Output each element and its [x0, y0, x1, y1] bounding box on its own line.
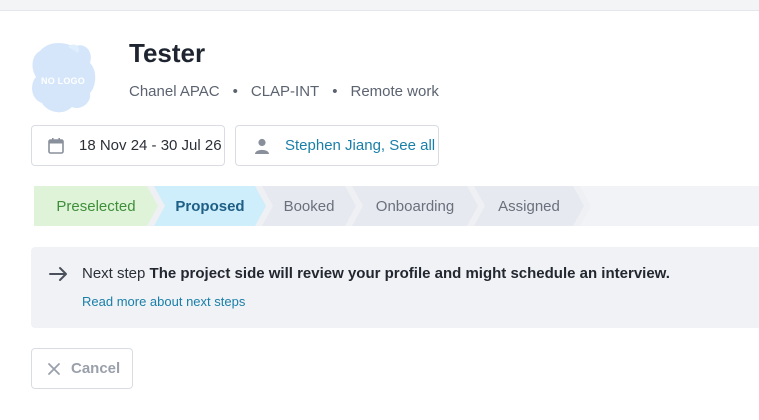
company-logo-placeholder: NO LOGO — [28, 37, 98, 117]
step-booked: Booked — [262, 186, 356, 226]
person-icon — [252, 136, 272, 156]
logo-placeholder-text: NO LOGO — [41, 76, 85, 86]
project-code: CLAP-INT — [250, 83, 320, 100]
next-step-text: Next step The project side will review y… — [82, 265, 670, 282]
step-preselected: Preselected — [34, 186, 158, 226]
contact-name-link[interactable]: Stephen Jiang — [285, 137, 381, 154]
step-label: Proposed — [175, 197, 245, 215]
step-onboarding: Onboarding — [352, 186, 478, 226]
next-step-label: Next step — [82, 265, 146, 282]
arrow-right-icon — [49, 266, 69, 282]
contact-separator: , — [380, 137, 386, 154]
see-all-link[interactable]: See all — [389, 137, 435, 154]
step-label: Onboarding — [375, 197, 455, 215]
cancel-label: Cancel — [71, 360, 121, 377]
company-name: Chanel APAC — [129, 83, 220, 100]
page-title: Tester — [129, 38, 206, 68]
step-label: Booked — [283, 197, 335, 215]
next-step-message: The project side will review your profil… — [149, 265, 670, 282]
next-step-panel: Next step The project side will review y… — [31, 247, 759, 328]
contacts-chip: Stephen Jiang, See all — [235, 125, 439, 166]
close-icon — [48, 362, 60, 375]
assignment-meta: Chanel APAC • CLAP-INT • Remote work — [129, 83, 439, 100]
step-label: Assigned — [498, 197, 560, 215]
pipeline-filler — [580, 186, 759, 226]
date-range-text: 18 Nov 24 - 30 Jul 26 — [79, 137, 222, 154]
step-assigned: Assigned — [474, 186, 584, 226]
read-more-link[interactable]: Read more about next steps — [82, 294, 245, 309]
calendar-icon — [46, 136, 66, 156]
cancel-button[interactable]: Cancel — [31, 348, 133, 389]
pipeline-steps: Assigned Onboarding Booked Proposed Pres… — [34, 186, 759, 226]
meta-separator: • — [232, 83, 238, 100]
step-proposed: Proposed — [154, 186, 266, 226]
step-label: Preselected — [56, 197, 136, 215]
assignment-card: NO LOGO Tester Chanel APAC • CLAP-INT • … — [0, 10, 759, 420]
date-range-chip[interactable]: 18 Nov 24 - 30 Jul 26 — [31, 125, 225, 166]
meta-separator: • — [332, 83, 338, 100]
work-mode: Remote work — [350, 83, 439, 100]
